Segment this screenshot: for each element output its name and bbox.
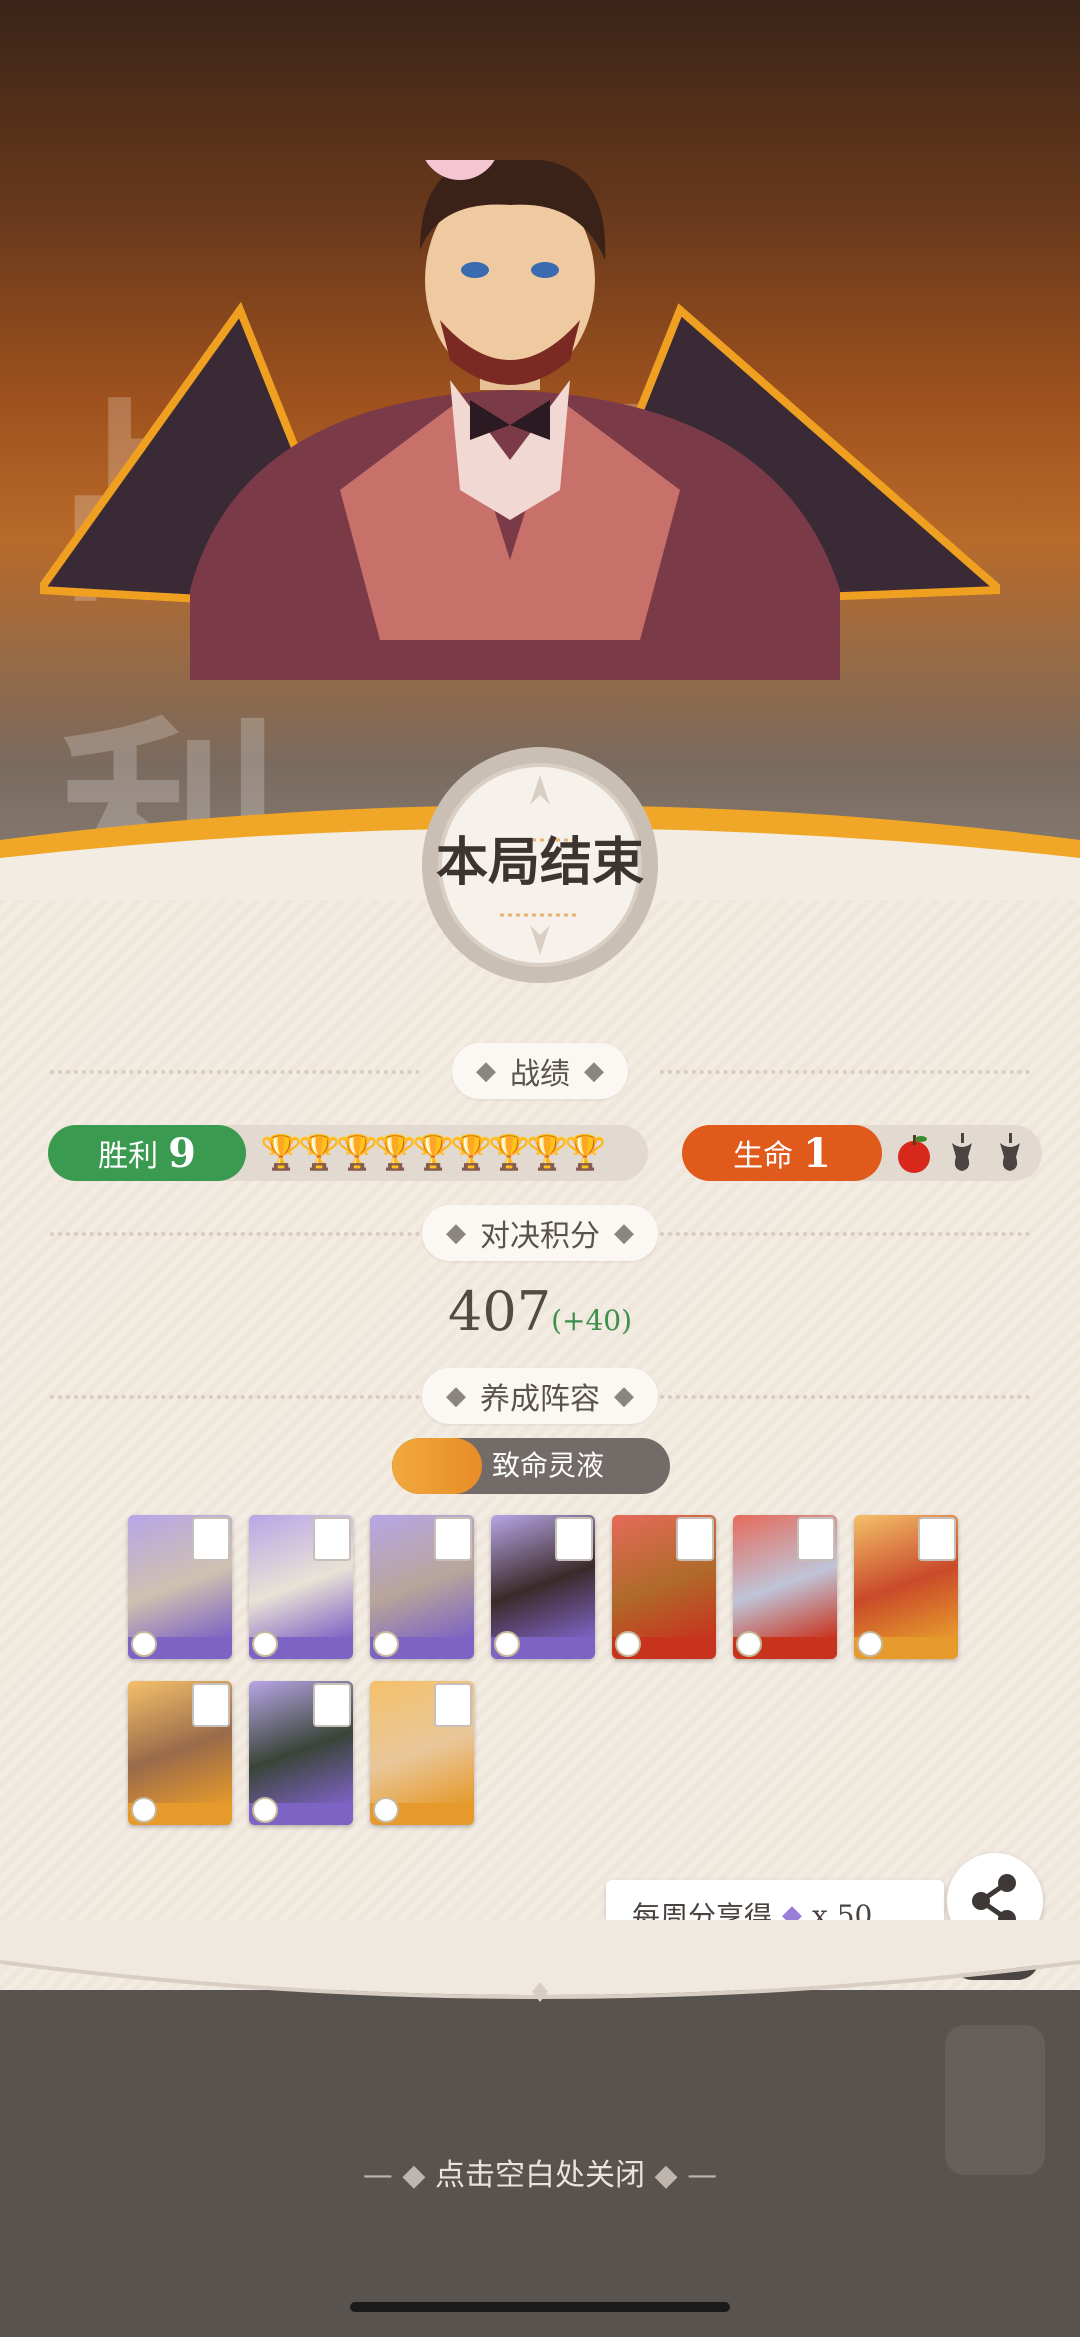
trophy-icon: 🏆	[336, 1133, 379, 1173]
diamond-left-icon: — ◆	[362, 2158, 435, 2193]
wins-count: 9	[168, 1129, 196, 1177]
section-duel-score: ◆ 对决积分 ◆	[50, 1205, 1030, 1261]
score-value: 407	[447, 1280, 552, 1343]
equipment-icon	[797, 1517, 835, 1561]
hero-card[interactable]	[370, 1681, 474, 1825]
apple-core-icon	[1000, 1133, 1020, 1171]
close-hint[interactable]: — ◆ 点击空白处关闭 ◆ —	[0, 2150, 1080, 2194]
trophy-icon: 🏆	[374, 1133, 417, 1173]
equipment-icon	[313, 1517, 351, 1561]
lives-bar: 生命 1	[682, 1125, 1042, 1181]
equipment-icon	[192, 1517, 230, 1561]
score-delta: (+40)	[551, 1304, 632, 1337]
diamond-left-icon: ◆	[446, 1218, 466, 1248]
trait-label: 致命灵液	[492, 1449, 605, 1482]
diamond-right-icon: ◆ —	[645, 2158, 718, 2193]
trait-badge[interactable]: 致命灵液	[392, 1438, 670, 1494]
equipment-icon	[313, 1683, 351, 1727]
hero-card[interactable]	[491, 1515, 595, 1659]
equipment-icon	[434, 1517, 472, 1561]
rank-star-icon	[615, 1631, 641, 1657]
equipment-icon	[434, 1683, 472, 1727]
section-record: ◆ 战绩 ◆	[50, 1043, 1030, 1099]
trophy-icon: 🏆	[564, 1133, 607, 1173]
diamond-left-icon: ◆	[476, 1056, 496, 1086]
panel-bottom-edge	[0, 1920, 1080, 2002]
diamond-right-icon: ◆	[584, 1056, 604, 1086]
trophy-icon: 🏆	[526, 1133, 569, 1173]
apple-core-icon	[952, 1133, 972, 1171]
rank-star-icon	[373, 1631, 399, 1657]
diamond-left-icon: ◆	[446, 1381, 466, 1411]
result-title: 本局结束	[435, 832, 644, 893]
wins-pill: 胜利 9	[48, 1125, 246, 1181]
section-record-label: 战绩	[510, 1057, 570, 1092]
diamond-right-icon: ◆	[614, 1218, 634, 1248]
equipment-icon	[555, 1517, 593, 1561]
section-lineup-label: 养成阵容	[480, 1382, 600, 1417]
equipment-icon	[192, 1683, 230, 1727]
rank-star-icon	[494, 1631, 520, 1657]
apple-icon	[898, 1135, 930, 1173]
hero-card[interactable]	[370, 1515, 474, 1659]
lives-label: 生命	[733, 1139, 794, 1174]
hero-card[interactable]	[733, 1515, 837, 1659]
equipment-icon	[676, 1517, 714, 1561]
lives-pill: 生命 1	[682, 1125, 882, 1181]
rank-star-icon	[373, 1797, 399, 1823]
hero-card[interactable]	[612, 1515, 716, 1659]
hero-card[interactable]	[128, 1515, 232, 1659]
hero-card[interactable]	[249, 1681, 353, 1825]
hero-card[interactable]	[854, 1515, 958, 1659]
trophy-row: 🏆 🏆 🏆 🏆 🏆 🏆 🏆 🏆 🏆	[260, 1131, 607, 1175]
home-indicator	[350, 2302, 730, 2312]
section-lineup: ◆ 养成阵容 ◆	[50, 1368, 1030, 1424]
close-hint-text: 点击空白处关闭	[435, 2158, 645, 2193]
rank-star-icon	[252, 1631, 278, 1657]
hero-card[interactable]	[128, 1681, 232, 1825]
rank-star-icon	[252, 1797, 278, 1823]
lives-count: 1	[803, 1129, 831, 1177]
equipment-icon	[918, 1517, 956, 1561]
diamond-right-icon: ◆	[614, 1381, 634, 1411]
apple-row	[894, 1131, 1030, 1175]
wins-bar: 胜利 9 🏆 🏆 🏆 🏆 🏆 🏆 🏆 🏆 🏆	[48, 1125, 648, 1181]
hero-card[interactable]	[249, 1515, 353, 1659]
rank-star-icon	[736, 1631, 762, 1657]
rank-star-icon	[131, 1797, 157, 1823]
potion-icon	[392, 1438, 482, 1494]
section-duel-score-label: 对决积分	[480, 1219, 600, 1254]
rank-star-icon	[131, 1631, 157, 1657]
trophy-icon: 🏆	[260, 1133, 303, 1173]
wins-label: 胜利	[98, 1139, 159, 1174]
trophy-icon: 🏆	[298, 1133, 341, 1173]
duel-score: 407(+40)	[0, 1280, 1080, 1343]
trophy-icon: 🏆	[412, 1133, 455, 1173]
trophy-icon: 🏆	[488, 1133, 531, 1173]
rank-star-icon	[857, 1631, 883, 1657]
trophy-icon: 🏆	[450, 1133, 493, 1173]
